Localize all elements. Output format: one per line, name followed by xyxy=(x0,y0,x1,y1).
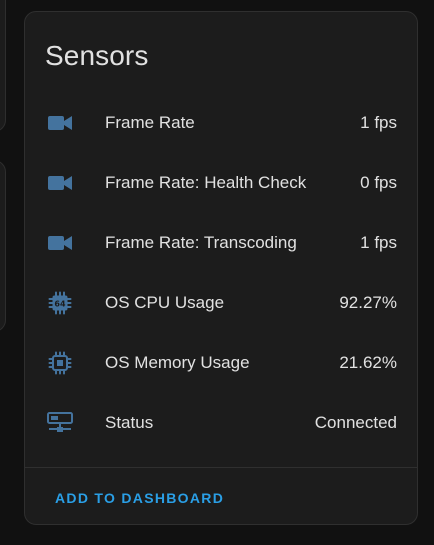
sensor-label: Frame Rate: Health Check xyxy=(105,173,307,192)
network-status-icon xyxy=(47,411,73,435)
add-to-dashboard-button[interactable]: ADD TO DASHBOARD xyxy=(55,490,224,506)
sensor-row-status[interactable]: Status Connected xyxy=(25,393,417,453)
background-card xyxy=(0,160,6,332)
sensor-value: 92.27% xyxy=(339,293,397,312)
sensor-value: 1 fps xyxy=(360,113,397,132)
sensor-label: OS CPU Usage xyxy=(105,293,225,312)
sensor-value: 1 fps xyxy=(360,233,397,252)
video-camera-icon xyxy=(47,171,73,195)
card-divider xyxy=(25,467,417,468)
sensors-card: Sensors Frame Rate 1 fps Frame Rate: Hea… xyxy=(24,11,418,525)
sensor-value: 0 fps xyxy=(360,173,397,192)
video-camera-icon xyxy=(47,231,73,255)
sensor-row-os-cpu-usage[interactable]: 64 OS CPU Usage 92.27% xyxy=(25,273,417,333)
sensor-label: Status xyxy=(105,413,154,432)
sensor-label: OS Memory Usage xyxy=(105,353,250,372)
video-camera-icon xyxy=(47,111,73,135)
sensor-row-frame-rate[interactable]: Frame Rate 1 fps xyxy=(25,93,417,153)
memory-chip-icon xyxy=(47,351,73,375)
cpu-64-bit-icon: 64 xyxy=(47,291,73,315)
sensor-row-frame-rate-transcoding[interactable]: Frame Rate: Transcoding 1 fps xyxy=(25,213,417,273)
sensor-value: 21.62% xyxy=(339,353,397,372)
sensor-row-frame-rate-health-check[interactable]: Frame Rate: Health Check 0 fps xyxy=(25,153,417,213)
card-title: Sensors xyxy=(45,40,149,71)
sensor-label: Frame Rate xyxy=(105,113,195,132)
background-card xyxy=(0,0,6,132)
sensor-list: Frame Rate 1 fps Frame Rate: Health Chec… xyxy=(25,93,417,453)
sensor-value: Connected xyxy=(314,413,397,432)
sensor-row-os-memory-usage[interactable]: OS Memory Usage 21.62% xyxy=(25,333,417,393)
sensor-label: Frame Rate: Transcoding xyxy=(105,233,297,252)
svg-text:64: 64 xyxy=(54,299,66,308)
